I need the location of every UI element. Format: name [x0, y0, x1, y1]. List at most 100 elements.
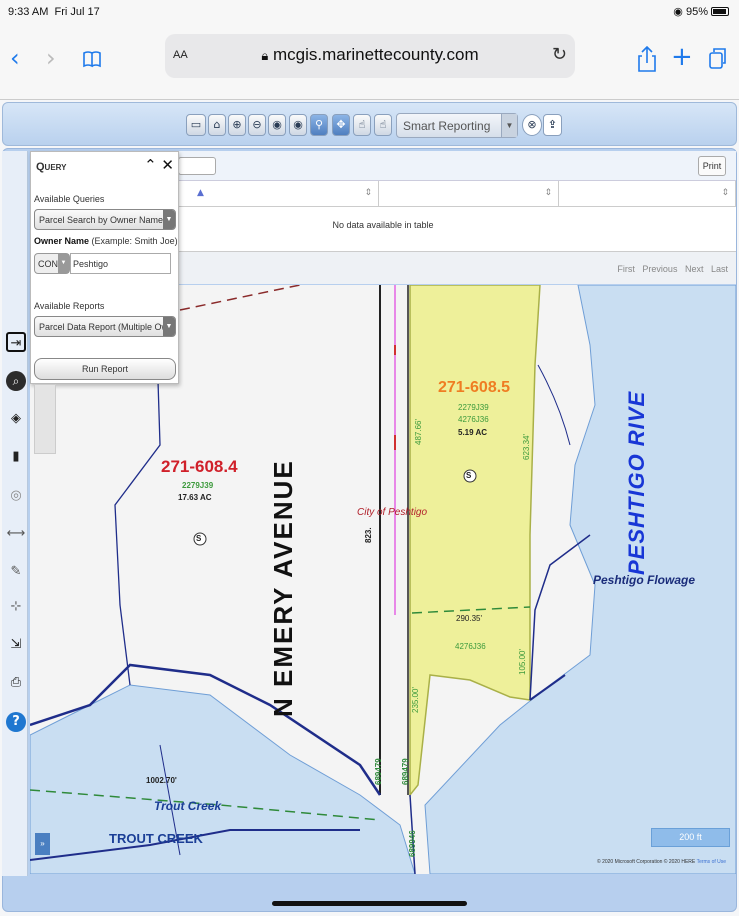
- draw-icon[interactable]: ✎: [6, 562, 26, 582]
- chevron-down-icon: ▼: [163, 210, 175, 229]
- login-icon[interactable]: ⇥: [6, 332, 26, 352]
- dimension-label: 235.00': [411, 687, 420, 713]
- owner-operator-select[interactable]: CON ▼: [34, 253, 70, 274]
- status-right: ◉ 95%: [673, 5, 729, 18]
- legend-icon[interactable]: ▮: [6, 447, 26, 467]
- map-attribution: © 2020 Microsoft Corporation © 2020 HERE…: [597, 859, 727, 865]
- status-bar: 9:33 AM Fri Jul 17 ◉ 95%: [0, 0, 739, 22]
- parcel-code-label: 2279J39: [458, 403, 489, 412]
- zoom-next-icon[interactable]: ◉: [268, 114, 286, 136]
- query-panel-controls: ⌃ ✕: [144, 156, 174, 174]
- pager-last[interactable]: Last: [711, 264, 728, 274]
- table-filter-input[interactable]: [178, 157, 216, 175]
- url-text: 🔒︎ mcgis.marinettecounty.com: [261, 45, 479, 64]
- dimension-label: 689479: [401, 758, 410, 785]
- pager-first[interactable]: First: [617, 264, 635, 274]
- creek-label-caps: TROUT CREEK: [109, 831, 203, 846]
- parcel-id-label: 271-608.4: [161, 457, 238, 476]
- measure-icon[interactable]: ⟷: [6, 524, 26, 544]
- query-title: Query: [36, 161, 67, 173]
- close-reporting-icon[interactable]: ⊗: [522, 114, 542, 136]
- forward-chevron-icon[interactable]: ›: [46, 44, 56, 72]
- collapse-icon[interactable]: ⌃: [144, 156, 157, 174]
- select-polygon-icon[interactable]: ☝: [374, 114, 392, 136]
- available-reports-label: Available Reports: [34, 301, 105, 311]
- target-icon[interactable]: ◎: [6, 486, 26, 506]
- back-chevron-icon[interactable]: ‹: [10, 44, 20, 72]
- add-tab-icon[interactable]: +: [671, 42, 693, 72]
- map-toolbar: ▭ ⌂ ⊕ ⊖ ◉ ◉ ⚲ ✥ ☝ ☝ Smart Reporting ▼ ⊗ …: [2, 102, 737, 146]
- city-label: City of Peshtigo: [357, 507, 428, 518]
- report-select[interactable]: Parcel Data Report (Multiple Owner) ▼: [34, 316, 176, 337]
- close-icon[interactable]: ✕: [161, 156, 174, 174]
- lock-icon: 🔒︎: [261, 48, 269, 63]
- chevron-down-icon: ▼: [58, 254, 69, 273]
- print-button[interactable]: Print: [698, 156, 726, 176]
- parcel-id-label: 271-608.5: [438, 379, 511, 396]
- parcel-area-label: 5.19 AC: [458, 428, 488, 437]
- parcel-marker-text: S: [196, 534, 202, 543]
- tabs-icon[interactable]: [709, 47, 727, 69]
- run-report-button[interactable]: Run Report: [34, 358, 176, 380]
- monitor-icon[interactable]: ▭: [186, 114, 206, 136]
- parcel-code-label: 4276J36: [458, 415, 489, 424]
- pager-next[interactable]: Next: [685, 264, 704, 274]
- column-header[interactable]: ⇕: [559, 181, 736, 207]
- bookmarks-icon[interactable]: [82, 50, 102, 68]
- pan-icon[interactable]: ✥: [332, 114, 350, 136]
- help-icon[interactable]: ?: [6, 712, 26, 732]
- battery-icon: [711, 7, 729, 16]
- query-panel: Query ⌃ ✕ Available Queries Parcel Searc…: [30, 151, 179, 384]
- search-icon[interactable]: ⌕: [6, 371, 26, 391]
- select-icon[interactable]: ☝: [353, 114, 371, 136]
- dimension-label: 823.: [364, 527, 373, 543]
- app-root: 9:33 AM Fri Jul 17 ◉ 95% ‹ › AA 🔒︎ mcgis…: [0, 0, 739, 916]
- battery-percent: 95%: [685, 6, 708, 18]
- parcel-area-label: 17.63 AC: [178, 493, 212, 502]
- river-label: PESHTIGO RIVE: [624, 390, 649, 575]
- home-icon[interactable]: ⌂: [208, 114, 226, 136]
- zoom-in-icon[interactable]: ⊕: [228, 114, 246, 136]
- crosshair-icon[interactable]: ⊹: [6, 597, 26, 617]
- smart-reporting-select[interactable]: Smart Reporting ▼: [396, 113, 518, 138]
- creek-label: Trout Creek: [154, 799, 222, 813]
- export-icon[interactable]: ⇲: [6, 635, 26, 655]
- expand-panel-button[interactable]: »: [35, 833, 50, 855]
- chevron-down-icon: ▼: [501, 114, 517, 137]
- flowage-label: Peshtigo Flowage: [593, 573, 696, 587]
- query-select[interactable]: Parcel Search by Owner Name (Mult ▼: [34, 209, 176, 230]
- scale-bar: 200 ft: [651, 828, 730, 847]
- address-bar[interactable]: AA 🔒︎ mcgis.marinettecounty.com ↻: [165, 34, 575, 78]
- parcel-marker-text: S: [466, 471, 472, 480]
- dimension-label: 689479: [374, 758, 383, 785]
- available-queries-label: Available Queries: [34, 194, 105, 204]
- layers-icon[interactable]: ◈: [6, 409, 26, 429]
- share-icon[interactable]: [638, 46, 656, 72]
- zoom-prev-icon[interactable]: ◉: [289, 114, 307, 136]
- browser-bar: ‹ › AA 🔒︎ mcgis.marinettecounty.com ↻ +: [0, 22, 739, 100]
- zoom-out-icon[interactable]: ⊖: [248, 114, 266, 136]
- terms-link[interactable]: Terms of Use: [697, 859, 726, 865]
- dimension-label: 290.35': [456, 614, 482, 623]
- wifi-icon: ◉: [673, 6, 683, 18]
- left-rail: ⇥ ⌕ ◈ ▮ ◎ ⟷ ✎ ⊹ ⇲ ⎙ ?: [2, 151, 28, 876]
- dimension-label: 105.00': [518, 649, 527, 675]
- identify-icon[interactable]: ⚲: [310, 114, 328, 136]
- print-icon[interactable]: ⎙: [6, 673, 26, 693]
- reload-icon[interactable]: ↻: [552, 44, 567, 65]
- panel-scroll-handle[interactable]: [34, 384, 56, 454]
- dimension-label: 4276J36: [455, 642, 486, 651]
- upload-icon[interactable]: ⇪: [543, 114, 562, 136]
- dimension-label: 689946: [408, 830, 417, 857]
- owner-name-input[interactable]: Peshtigo: [70, 253, 171, 274]
- pager-links: First Previous Next Last: [617, 264, 728, 274]
- column-header[interactable]: ⇕: [379, 181, 559, 207]
- pager-previous[interactable]: Previous: [642, 264, 677, 274]
- column-header[interactable]: ▲ ⇕: [179, 181, 379, 207]
- home-indicator[interactable]: [272, 901, 467, 906]
- dimension-label: 487.66': [414, 419, 423, 445]
- status-time: 9:33 AM Fri Jul 17: [8, 6, 100, 18]
- owner-name-row: CON ▼ Peshtigo: [34, 253, 171, 274]
- dimension-label: 623.34': [522, 434, 531, 460]
- creek-water: [30, 684, 416, 874]
